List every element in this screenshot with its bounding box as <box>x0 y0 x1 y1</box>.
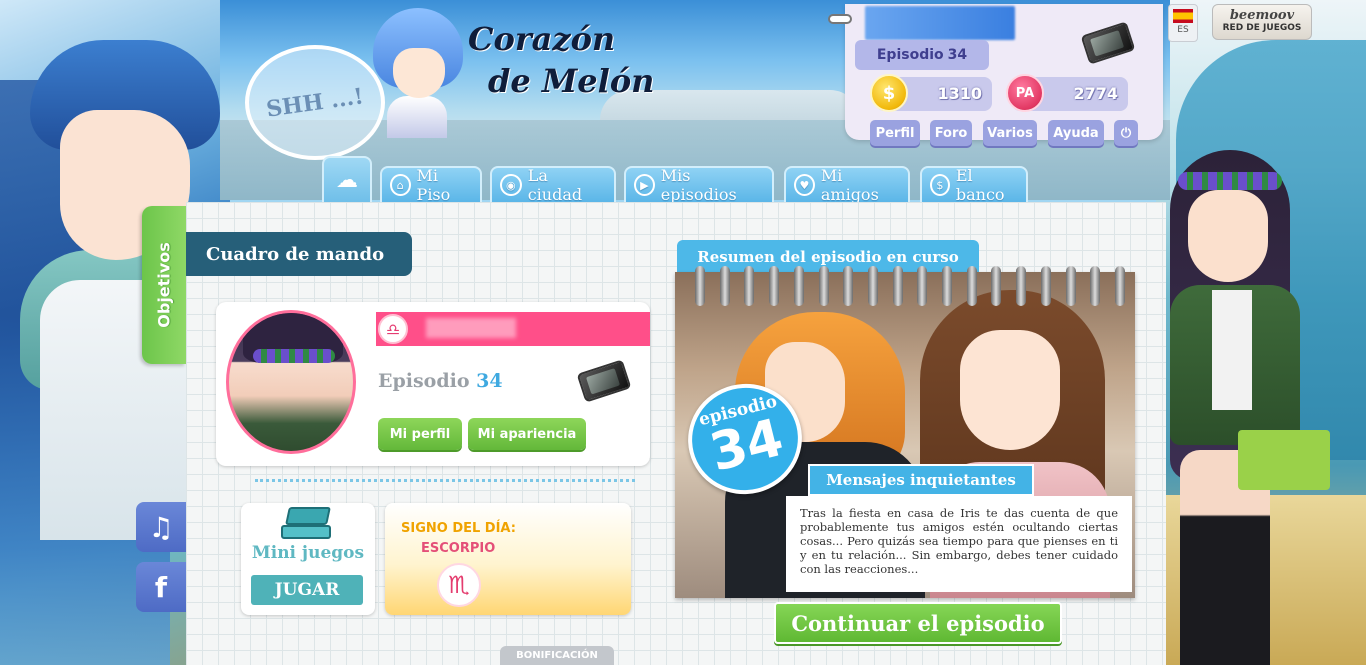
header-mascot <box>365 8 470 138</box>
username-redacted <box>865 6 1015 40</box>
play-icon: ▶ <box>634 174 655 196</box>
episode-name: Mensajes inquietantes <box>808 464 1034 496</box>
profile-button[interactable]: Perfil <box>870 120 920 146</box>
phone-icon[interactable] <box>576 359 632 403</box>
pa-value: 2774 <box>1073 84 1118 103</box>
game-logo[interactable]: Corazón de Melón <box>468 18 688 108</box>
logo-line-1: Corazón <box>468 20 616 58</box>
libra-zodiac-icon: ♎ <box>378 314 408 344</box>
money-icon: $ <box>930 174 950 196</box>
avatar[interactable] <box>226 310 356 454</box>
logout-power-icon[interactable]: ⏻ <box>1114 120 1138 146</box>
coin-icon: $ <box>870 74 908 112</box>
horoscope-title: SIGNO DEL DÍA: <box>401 521 516 536</box>
beemoov-network-link[interactable]: beemoov RED DE JUEGOS <box>1212 4 1312 40</box>
tab-my-apartment[interactable]: ⌂ Mi Piso <box>380 166 482 204</box>
speech-bubble: SHH ...! <box>245 45 385 160</box>
tab-bank[interactable]: $ El banco <box>920 166 1028 204</box>
house-icon: ⌂ <box>390 174 411 196</box>
my-profile-button[interactable]: Mi perfil <box>378 418 462 450</box>
pa-points-icon: PA <box>1006 74 1044 112</box>
logo-line-2: de Melón <box>488 62 655 100</box>
divider <box>255 479 635 483</box>
beemoov-logo: beemoov <box>1229 8 1295 23</box>
cloud-icon: ☁ <box>336 167 358 193</box>
minigames-title: Mini juegos <box>251 543 365 563</box>
current-episode-pill[interactable]: Episodio 34 <box>855 40 989 70</box>
tab-friends[interactable]: ♥ Mi amigos <box>784 166 910 204</box>
coins-counter: $ 1310 <box>870 74 992 112</box>
paperclip-icon <box>828 14 852 24</box>
continue-episode-button[interactable]: Continuar el episodio <box>774 602 1062 644</box>
player-avatar-full <box>1160 150 1360 665</box>
profile-name-bar <box>376 312 650 346</box>
dashboard-title: Cuadro de mando <box>186 232 412 276</box>
tab-home[interactable]: ☁ <box>322 156 372 202</box>
heart-icon: ♥ <box>794 174 815 196</box>
profile-card: ♎ Episodio 34 Mi perfil Mi apariencia <box>216 302 650 466</box>
misc-button[interactable]: Varios <box>983 120 1037 146</box>
tab-episodes[interactable]: ▶ Mis episodios <box>624 166 774 204</box>
profile-episode: Episodio 34 <box>378 370 503 392</box>
pa-counter: PA 2774 <box>1006 74 1128 112</box>
episode-description: Tras la fiesta en casa de Iris te das cu… <box>786 496 1132 592</box>
username-redacted <box>426 318 516 338</box>
my-appearance-button[interactable]: Mi apariencia <box>468 418 586 450</box>
tab-city[interactable]: ◉ La ciudad <box>490 166 616 204</box>
coins-value: 1310 <box>937 84 982 103</box>
forum-button[interactable]: Foro <box>930 120 972 146</box>
horoscope-card: SIGNO DEL DÍA: ESCORPIO ♏ <box>385 503 631 615</box>
music-toggle-icon[interactable]: ♫ <box>136 502 186 552</box>
facebook-icon[interactable]: f <box>136 562 186 612</box>
map-pin-icon: ◉ <box>500 174 522 196</box>
language-selector[interactable]: ES <box>1168 4 1198 42</box>
objectives-tab[interactable]: Objetivos <box>142 206 186 364</box>
help-button[interactable]: Ayuda <box>1048 120 1104 146</box>
beemoov-label: RED DE JUEGOS <box>1222 23 1302 33</box>
play-button[interactable]: JUGAR <box>251 575 363 605</box>
minigames-card: Mini juegos JUGAR <box>241 503 375 615</box>
notebook-spiral <box>695 266 1125 306</box>
game-console-icon <box>281 507 335 541</box>
scorpio-icon[interactable]: ♏ <box>437 563 481 607</box>
bonus-tab[interactable]: BONIFICACIÓN <box>500 646 614 665</box>
spain-flag-icon <box>1173 9 1193 23</box>
horoscope-sign: ESCORPIO <box>421 541 496 556</box>
